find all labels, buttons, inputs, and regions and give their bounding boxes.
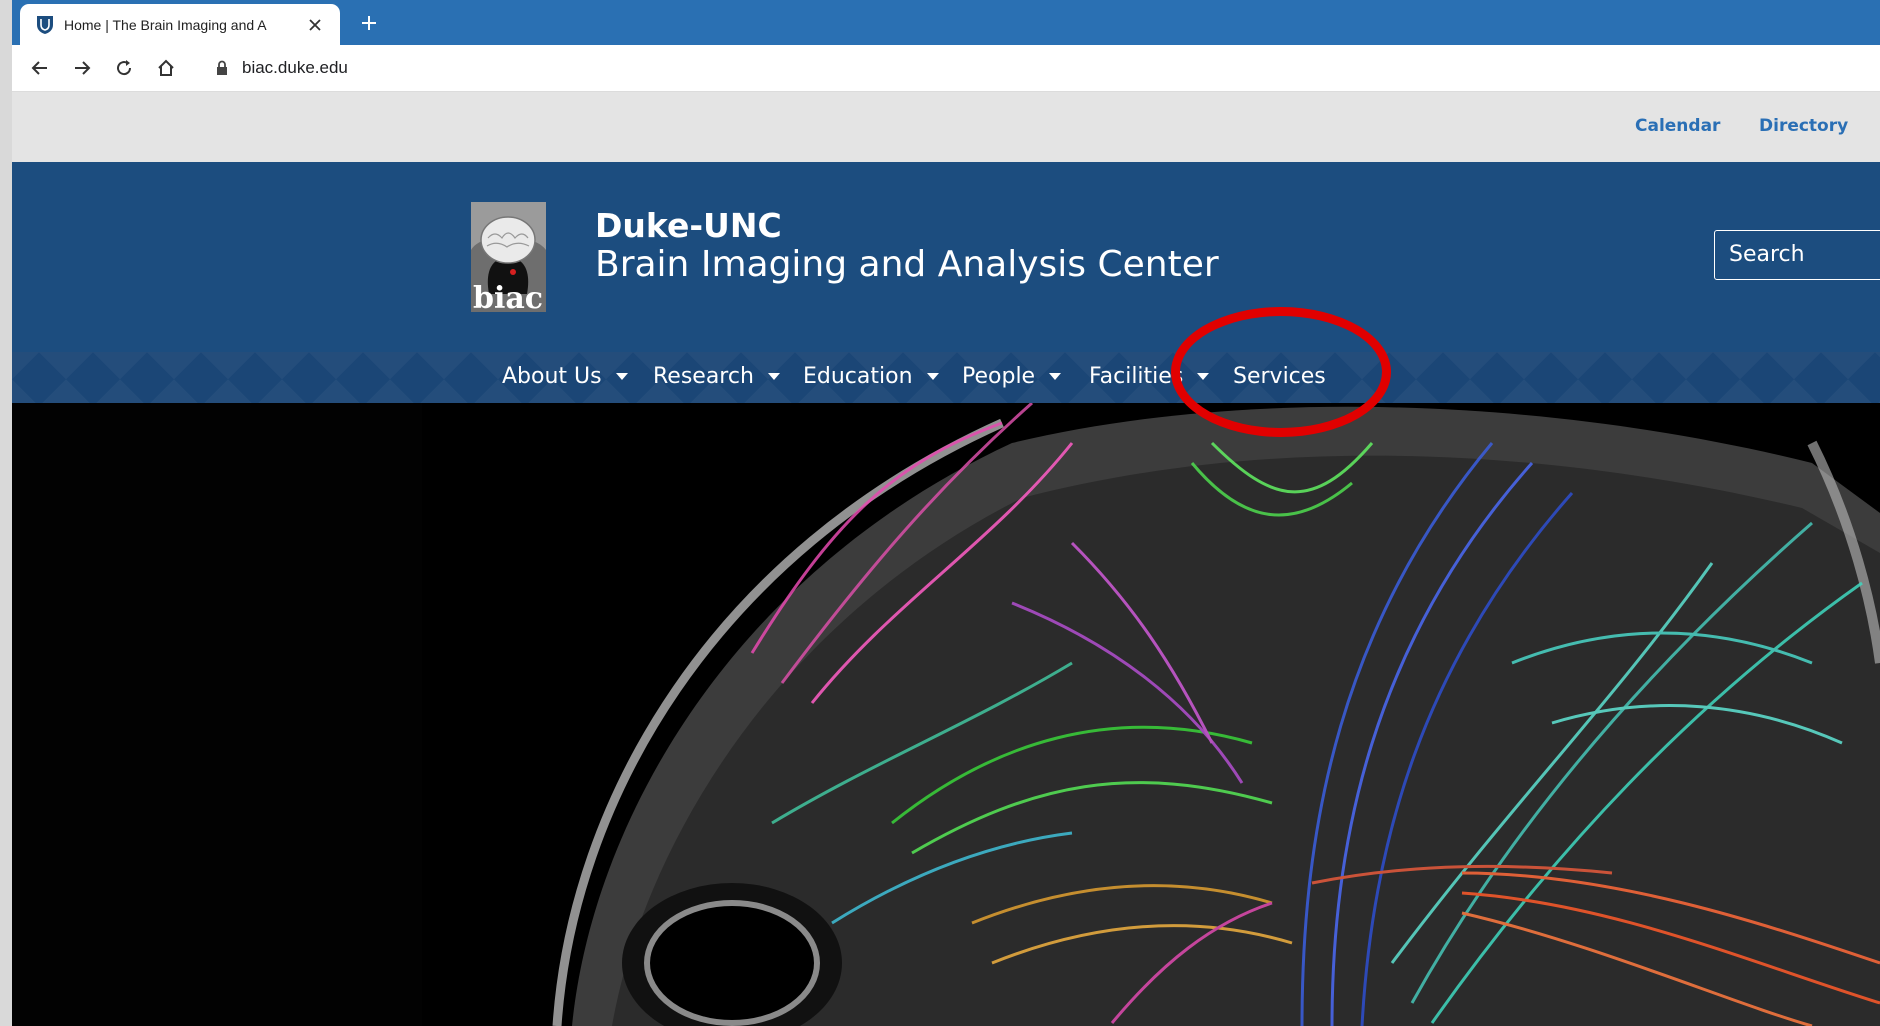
caret-down-icon[interactable]	[1049, 373, 1062, 380]
nav-item-people[interactable]: People	[962, 364, 1062, 389]
hero-image	[12, 403, 1880, 1026]
nav-item-label: People	[962, 364, 1036, 389]
forward-arrow-icon[interactable]	[68, 54, 96, 82]
nav-item-label: About Us	[502, 364, 602, 389]
home-icon[interactable]	[152, 54, 180, 82]
address-bar[interactable]: biac.duke.edu	[204, 52, 1880, 84]
reload-icon[interactable]	[110, 54, 138, 82]
browser-tab[interactable]: Home | The Brain Imaging and A	[20, 4, 340, 45]
caret-down-icon[interactable]	[926, 373, 939, 380]
svg-text:biac: biac	[473, 281, 543, 312]
nav-item-label: Research	[653, 364, 754, 389]
biac-logo[interactable]: biac	[471, 202, 546, 312]
calendar-link[interactable]: Calendar	[1635, 116, 1720, 136]
caret-down-icon[interactable]	[767, 373, 780, 380]
browser-window: Home | The Brain Imaging and A biac.duke…	[12, 0, 1880, 1026]
lock-icon	[217, 60, 227, 75]
tab-title: Home | The Brain Imaging and A	[64, 16, 267, 33]
nav-item-label: Education	[803, 364, 913, 389]
nav-item-label: Facilities	[1089, 364, 1184, 389]
tab-strip: Home | The Brain Imaging and A	[12, 0, 1880, 45]
nav-item-about-us[interactable]: About Us	[502, 364, 628, 389]
utility-bar: Calendar Directory	[12, 92, 1880, 162]
nav-item-education[interactable]: Education	[803, 364, 939, 389]
nav-item-research[interactable]: Research	[653, 364, 780, 389]
site-header: biac Duke-UNC Brain Imaging and Analysis…	[12, 162, 1880, 352]
site-name-primary[interactable]: Duke-UNC	[595, 206, 782, 245]
close-tab-icon[interactable]	[306, 16, 324, 34]
site-name-secondary[interactable]: Brain Imaging and Analysis Center	[595, 244, 1219, 285]
highlight-annotation	[1171, 307, 1391, 437]
caret-down-icon[interactable]	[615, 373, 628, 380]
search-input[interactable]	[1715, 231, 1879, 277]
address-url: biac.duke.edu	[242, 58, 348, 77]
search-box[interactable]	[1714, 230, 1880, 280]
back-arrow-icon[interactable]	[26, 54, 54, 82]
browser-toolbar: biac.duke.edu	[12, 45, 1880, 92]
new-tab-plus-icon[interactable]	[356, 10, 382, 36]
duke-shield-favicon-icon	[34, 14, 56, 36]
directory-link[interactable]: Directory	[1759, 116, 1848, 136]
main-navigation: About Us Research Education People Facil…	[12, 352, 1880, 403]
